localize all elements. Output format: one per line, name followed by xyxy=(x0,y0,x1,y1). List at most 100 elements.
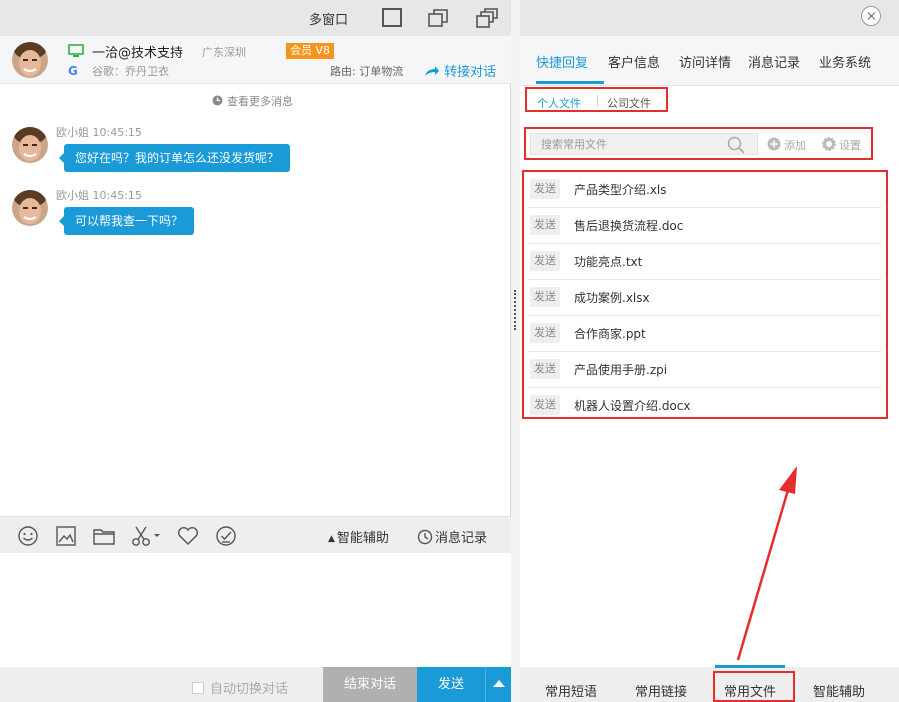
maximize-icon[interactable] xyxy=(380,7,404,29)
end-conversation-button[interactable]: 结束对话 xyxy=(323,667,417,702)
history-clock-icon xyxy=(417,529,433,545)
tab-customer-info[interactable]: 客户信息 xyxy=(608,52,660,71)
message-meta: 欧小姐 10:45:15 xyxy=(56,124,142,140)
tab-common-links[interactable]: 常用链接 xyxy=(635,681,687,700)
visitor-source: 谷歌：乔丹卫衣 xyxy=(92,65,169,78)
active-bottom-tab-indicator xyxy=(715,665,785,668)
send-file-button[interactable]: 发送 xyxy=(530,215,560,235)
assist-tabs: 快捷回复 客户信息 访问详情 消息记录 业务系统 xyxy=(520,36,899,86)
gear-icon xyxy=(822,137,836,151)
history-button[interactable]: 消息记录 xyxy=(417,527,487,546)
file-row[interactable]: 发送 成功案例.xlsx xyxy=(528,280,882,316)
file-search-row: 添加 设置 xyxy=(524,127,873,160)
clock-icon xyxy=(212,95,223,106)
message-meta: 欧小姐 10:45:15 xyxy=(56,187,142,203)
file-name[interactable]: 成功案例.xlsx xyxy=(574,289,650,306)
restore-icon[interactable] xyxy=(426,7,450,29)
file-row[interactable]: 发送 产品类型介绍.xls xyxy=(528,172,882,208)
send-file-button[interactable]: 发送 xyxy=(530,251,560,271)
file-row[interactable]: 发送 产品使用手册.zpi xyxy=(528,352,882,388)
tab-personal-files[interactable]: 个人文件 xyxy=(537,95,581,111)
message-sender: 欧小姐 xyxy=(56,189,89,202)
tab-quick-reply[interactable]: 快捷回复 xyxy=(536,52,588,71)
transfer-icon xyxy=(425,66,439,76)
pane-splitter[interactable] xyxy=(511,0,520,702)
folder-icon[interactable] xyxy=(92,525,116,547)
file-name[interactable]: 机器人设置介绍.docx xyxy=(574,397,690,414)
send-file-button[interactable]: 发送 xyxy=(530,287,560,307)
send-bar: 自动切换对话 结束对话 发送 xyxy=(0,667,511,702)
multi-window-icon[interactable] xyxy=(475,7,499,29)
google-icon: G xyxy=(68,64,78,78)
highlight-box xyxy=(713,671,795,702)
tab-business-system[interactable]: 业务系统 xyxy=(819,52,871,71)
customer-avatar[interactable] xyxy=(12,190,48,226)
active-tab-indicator xyxy=(536,81,604,84)
file-name[interactable]: 产品使用手册.zpi xyxy=(574,361,667,378)
send-button[interactable]: 发送 xyxy=(417,667,485,702)
file-search-input[interactable] xyxy=(531,134,711,154)
file-name[interactable]: 产品类型介绍.xls xyxy=(574,181,667,198)
file-row[interactable]: 发送 售后退换货流程.doc xyxy=(528,208,882,244)
tab-visit-details[interactable]: 访问详情 xyxy=(679,52,731,71)
tab-company-files[interactable]: 公司文件 xyxy=(607,95,651,111)
add-label: 添加 xyxy=(784,139,806,152)
more-messages-link[interactable]: 查看更多消息 xyxy=(212,93,293,109)
smart-assist-label: 智能辅助 xyxy=(336,531,389,546)
checkbox-box[interactable] xyxy=(192,682,204,694)
add-file-button[interactable]: 添加 xyxy=(767,137,806,153)
image-icon[interactable] xyxy=(54,525,78,547)
file-name[interactable]: 售后退换货流程.doc xyxy=(574,217,683,234)
auto-switch-label: 自动切换对话 xyxy=(210,682,289,697)
tab-message-history[interactable]: 消息记录 xyxy=(748,52,800,71)
send-file-button[interactable]: 发送 xyxy=(530,323,560,343)
editor-toolbar: ▲ 智能辅助 消息记录 xyxy=(0,516,511,553)
settings-button[interactable]: 设置 xyxy=(822,137,861,153)
divider xyxy=(597,95,598,107)
search-icon[interactable] xyxy=(727,136,745,158)
transfer-button[interactable]: 转接对话 xyxy=(424,61,496,80)
file-name[interactable]: 功能亮点.txt xyxy=(574,253,642,270)
send-file-button[interactable]: 发送 xyxy=(530,395,560,415)
member-badge: 会员 V8 xyxy=(286,43,335,59)
file-row[interactable]: 发送 机器人设置介绍.docx xyxy=(528,388,882,424)
visitor-location: 广东深圳 xyxy=(202,46,246,59)
assist-title-bar xyxy=(520,0,899,36)
tab-common-phrases[interactable]: 常用短语 xyxy=(545,681,597,700)
message-bubble: 您好在吗？我的订单怎么还没发货呢？ xyxy=(58,144,291,172)
settings-label: 设置 xyxy=(839,139,861,152)
send-options-arrow-icon[interactable] xyxy=(485,667,511,702)
tab-smart-assist[interactable]: 智能辅助 xyxy=(813,681,865,700)
message-time: 10:45:15 xyxy=(92,189,142,202)
visitor-name: 一洽@技术支持 xyxy=(92,46,184,61)
file-scope-tabs: 个人文件 公司文件 xyxy=(525,87,668,112)
chat-pane: 多窗口 一洽@技术支持 广东深圳 会员 V8 G 谷歌：乔丹卫衣 路由: 订单物… xyxy=(0,0,511,702)
more-messages-label: 查看更多消息 xyxy=(227,95,293,108)
auto-switch-checkbox[interactable]: 自动切换对话 xyxy=(192,678,288,697)
heart-icon[interactable] xyxy=(176,525,200,547)
route-label: 路由: 订单物流 xyxy=(330,65,404,78)
customer-avatar[interactable] xyxy=(12,127,48,163)
message-input[interactable] xyxy=(0,553,511,667)
emoji-icon[interactable] xyxy=(16,525,40,547)
file-name[interactable]: 合作商家.ppt xyxy=(574,325,646,342)
splitter-grip[interactable] xyxy=(514,290,516,330)
monitor-icon xyxy=(68,44,84,62)
smart-assist-toggle[interactable]: ▲ 智能辅助 xyxy=(328,527,389,546)
assist-pane: 快捷回复 客户信息 访问详情 消息记录 业务系统 个人文件 公司文件 添加 设置… xyxy=(520,0,899,702)
file-row[interactable]: 发送 合作商家.ppt xyxy=(528,316,882,352)
send-file-button[interactable]: 发送 xyxy=(530,179,560,199)
send-file-button[interactable]: 发送 xyxy=(530,359,560,379)
title-bar: 多窗口 xyxy=(0,0,511,36)
caret-up-icon: ▲ xyxy=(328,534,335,544)
multi-window-label[interactable]: 多窗口 xyxy=(309,9,348,28)
close-icon[interactable] xyxy=(861,6,881,26)
file-row[interactable]: 发送 功能亮点.txt xyxy=(528,244,882,280)
plus-circle-icon xyxy=(767,137,781,151)
message-bubble: 可以帮我查一下吗？ xyxy=(58,207,195,235)
visitor-avatar[interactable] xyxy=(12,42,48,78)
evaluate-icon[interactable] xyxy=(214,525,238,547)
file-list: 发送 产品类型介绍.xls 发送 售后退换货流程.doc 发送 功能亮点.txt 发送… xyxy=(522,170,888,419)
screenshot-scissors-icon[interactable] xyxy=(130,525,162,547)
message-sender: 欧小姐 xyxy=(56,126,89,139)
